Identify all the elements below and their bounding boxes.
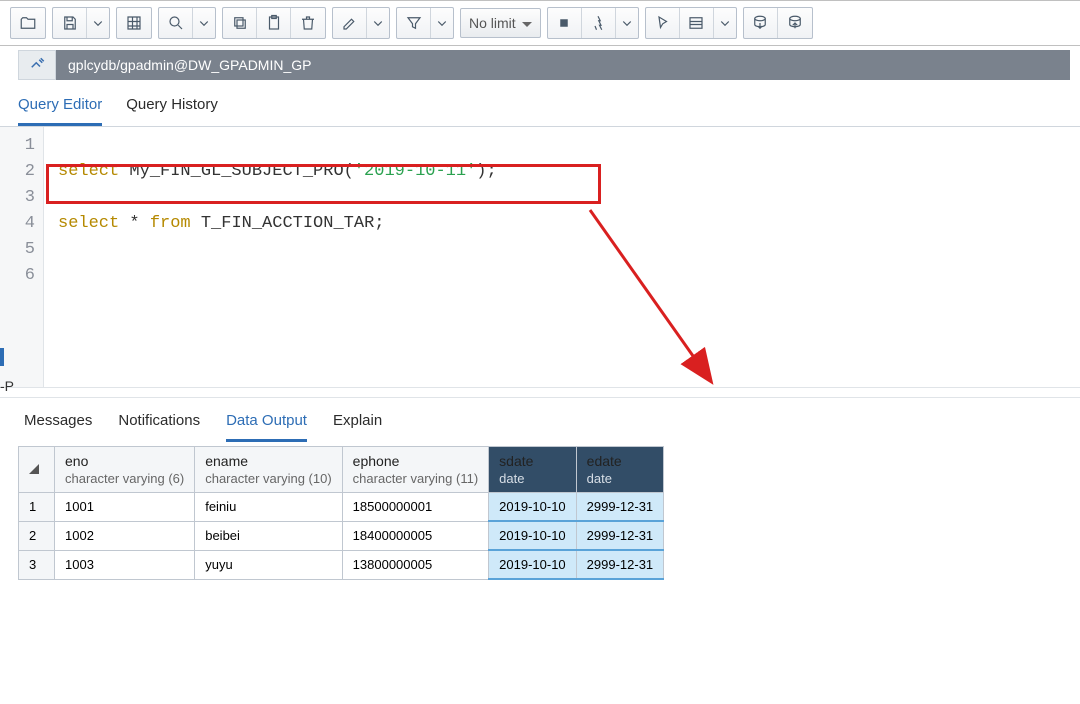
- result-grid[interactable]: enocharacter varying (6) enamecharacter …: [18, 446, 664, 580]
- tab-query-history[interactable]: Query History: [126, 96, 218, 126]
- save-dropdown[interactable]: [87, 8, 109, 38]
- filter-dropdown[interactable]: [431, 8, 453, 38]
- tab-notifications[interactable]: Notifications: [118, 412, 200, 442]
- copy-button[interactable]: [223, 8, 257, 38]
- row-selector-header[interactable]: [19, 447, 55, 493]
- upload-button[interactable]: [778, 8, 812, 38]
- filter-button[interactable]: [397, 8, 431, 38]
- connection-status-icon: [18, 50, 56, 80]
- download-button[interactable]: [744, 8, 778, 38]
- edit-button[interactable]: [333, 8, 367, 38]
- editor-code[interactable]: select My_FIN_GL_SUBJECT_PRO('2019-10-11…: [44, 127, 1080, 387]
- col-header-edate[interactable]: edatedate: [576, 447, 664, 493]
- col-header-ephone[interactable]: ephonecharacter varying (11): [342, 447, 488, 493]
- col-header-eno[interactable]: enocharacter varying (6): [55, 447, 195, 493]
- list-button[interactable]: [680, 8, 714, 38]
- col-header-sdate[interactable]: sdatedate: [489, 447, 577, 493]
- tab-query-editor[interactable]: Query Editor: [18, 96, 102, 126]
- row-limit-select[interactable]: No limit: [460, 8, 541, 38]
- delete-button[interactable]: [291, 8, 325, 38]
- col-header-ename[interactable]: enamecharacter varying (10): [195, 447, 342, 493]
- save-button[interactable]: [53, 8, 87, 38]
- list-dropdown[interactable]: [714, 8, 736, 38]
- connection-bar: gplcydb/gpadmin@DW_GPADMIN_GP: [18, 50, 1070, 80]
- table-row[interactable]: 2 1002 beibei 18400000005 2019-10-10 299…: [19, 521, 664, 550]
- tab-data-output[interactable]: Data Output: [226, 412, 307, 442]
- table-row[interactable]: 1 1001 feiniu 18500000001 2019-10-10 299…: [19, 493, 664, 522]
- query-tabs: Query Editor Query History: [0, 80, 1080, 127]
- search-button[interactable]: [159, 8, 193, 38]
- cursor-button[interactable]: [646, 8, 680, 38]
- main-toolbar: No limit: [0, 0, 1080, 46]
- editor-gutter: 1 2 3 4 5 6: [0, 127, 44, 387]
- grid-button[interactable]: [117, 8, 151, 38]
- connection-path: gplcydb/gpadmin@DW_GPADMIN_GP: [68, 57, 311, 73]
- execute-dropdown[interactable]: [616, 8, 638, 38]
- execute-button[interactable]: [582, 8, 616, 38]
- paste-button[interactable]: [257, 8, 291, 38]
- sidebar-indicator: [0, 348, 4, 366]
- search-dropdown[interactable]: [193, 8, 215, 38]
- sql-editor[interactable]: 1 2 3 4 5 6 select My_FIN_GL_SUBJECT_PRO…: [0, 127, 1080, 387]
- stop-button[interactable]: [548, 8, 582, 38]
- tab-messages[interactable]: Messages: [24, 412, 92, 442]
- edit-dropdown[interactable]: [367, 8, 389, 38]
- open-file-button[interactable]: [11, 8, 45, 38]
- table-row[interactable]: 3 1003 yuyu 13800000005 2019-10-10 2999-…: [19, 550, 664, 579]
- result-tabs: Messages Notifications Data Output Expla…: [0, 397, 1080, 442]
- tab-explain[interactable]: Explain: [333, 412, 382, 442]
- sidebar-stub-label: -P: [0, 378, 14, 394]
